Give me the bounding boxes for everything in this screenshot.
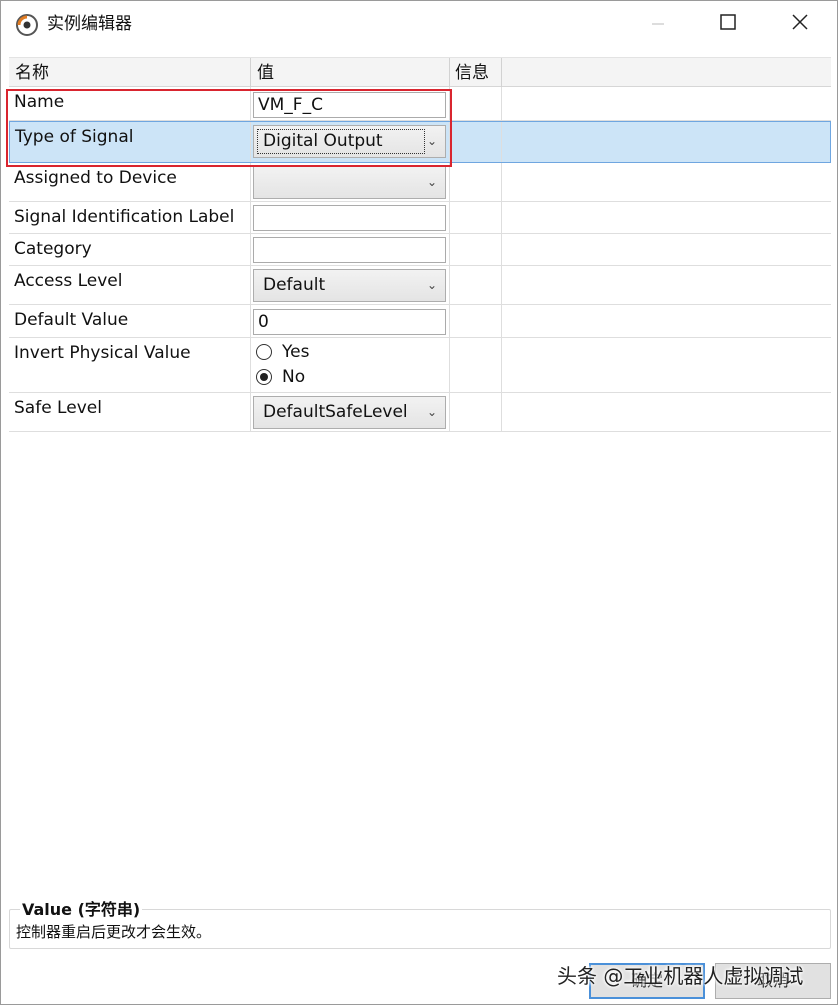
annotation-highlight-box: [6, 89, 452, 167]
invert-no-radio[interactable]: No: [256, 366, 305, 388]
minimize-button[interactable]: [623, 1, 693, 47]
column-divider: [250, 202, 251, 233]
minimize-icon: [652, 15, 664, 34]
maximize-button[interactable]: [693, 1, 763, 47]
info-title: Value (字符串): [20, 900, 143, 919]
invert-yes-radio[interactable]: Yes: [256, 341, 309, 363]
column-divider: [449, 234, 450, 265]
column-divider: [449, 202, 450, 233]
row-default-value[interactable]: Default Value 0: [9, 305, 831, 338]
row-label: Access Level: [14, 271, 123, 291]
row-category[interactable]: Category: [9, 234, 831, 266]
close-icon: [792, 14, 808, 34]
column-divider: [250, 305, 251, 337]
row-access-level[interactable]: Access Level Default ⌄: [9, 266, 831, 305]
column-divider: [449, 266, 450, 304]
header-info: 信息: [455, 63, 489, 83]
dropdown-value: DefaultSafeLevel: [263, 402, 408, 422]
column-divider: [449, 393, 450, 431]
column-divider: [501, 87, 502, 120]
info-panel: Value (字符串) 控制器重启后更改才会生效。: [9, 901, 831, 949]
column-divider: [449, 305, 450, 337]
close-button[interactable]: [765, 1, 835, 47]
row-assigned-to-device[interactable]: Assigned to Device ⌄: [9, 163, 831, 202]
column-divider: [501, 163, 502, 201]
row-label: Default Value: [14, 310, 129, 330]
default-value-input[interactable]: 0: [253, 309, 446, 335]
row-safe-level[interactable]: Safe Level DefaultSafeLevel ⌄: [9, 393, 831, 432]
column-divider: [250, 393, 251, 431]
column-divider: [449, 338, 450, 392]
window-title: 实例编辑器: [47, 14, 132, 34]
chevron-down-icon: ⌄: [426, 278, 437, 292]
row-label: Safe Level: [14, 398, 102, 418]
header-divider: [501, 58, 502, 88]
access-level-dropdown[interactable]: Default ⌄: [253, 269, 446, 302]
signal-identification-label-input[interactable]: [253, 205, 446, 231]
column-divider: [501, 234, 502, 265]
column-divider: [501, 305, 502, 337]
header-name: 名称: [15, 63, 49, 83]
title-bar: 实例编辑器: [1, 1, 837, 47]
row-label: Invert Physical Value: [14, 343, 191, 363]
header-value: 值: [257, 63, 274, 83]
grid-header: 名称 值 信息: [9, 57, 831, 88]
column-divider: [501, 266, 502, 304]
safe-level-dropdown[interactable]: DefaultSafeLevel ⌄: [253, 396, 446, 429]
row-signal-identification-label[interactable]: Signal Identification Label: [9, 202, 831, 234]
instance-editor-window: 实例编辑器 名称 值 信息 Name VM_F_C Type of Signal…: [0, 0, 838, 1005]
column-divider: [250, 234, 251, 265]
chevron-down-icon: ⌄: [426, 175, 437, 189]
radio-label: No: [282, 367, 306, 387]
info-description: 控制器重启后更改才会生效。: [16, 923, 212, 941]
category-input[interactable]: [253, 237, 446, 263]
column-divider: [501, 338, 502, 392]
radio-on-icon: [256, 369, 272, 385]
dropdown-value: Default: [263, 275, 326, 295]
radio-label: Yes: [282, 342, 310, 362]
column-divider: [250, 163, 251, 201]
column-divider: [449, 163, 450, 201]
watermark: 头条 @工业机器人虚拟调试: [557, 964, 804, 988]
column-divider: [501, 393, 502, 431]
radio-off-icon: [256, 344, 272, 360]
chevron-down-icon: ⌄: [426, 405, 437, 419]
assigned-to-device-dropdown[interactable]: ⌄: [253, 166, 446, 199]
maximize-icon: [720, 14, 736, 34]
row-label: Signal Identification Label: [14, 207, 235, 227]
column-divider: [501, 202, 502, 233]
column-divider: [501, 122, 502, 162]
row-label: Category: [14, 239, 92, 259]
row-invert-physical-value[interactable]: Invert Physical Value Yes No: [9, 338, 831, 393]
column-divider: [250, 266, 251, 304]
column-divider: [250, 338, 251, 392]
robotstudio-app-icon: [15, 13, 39, 37]
